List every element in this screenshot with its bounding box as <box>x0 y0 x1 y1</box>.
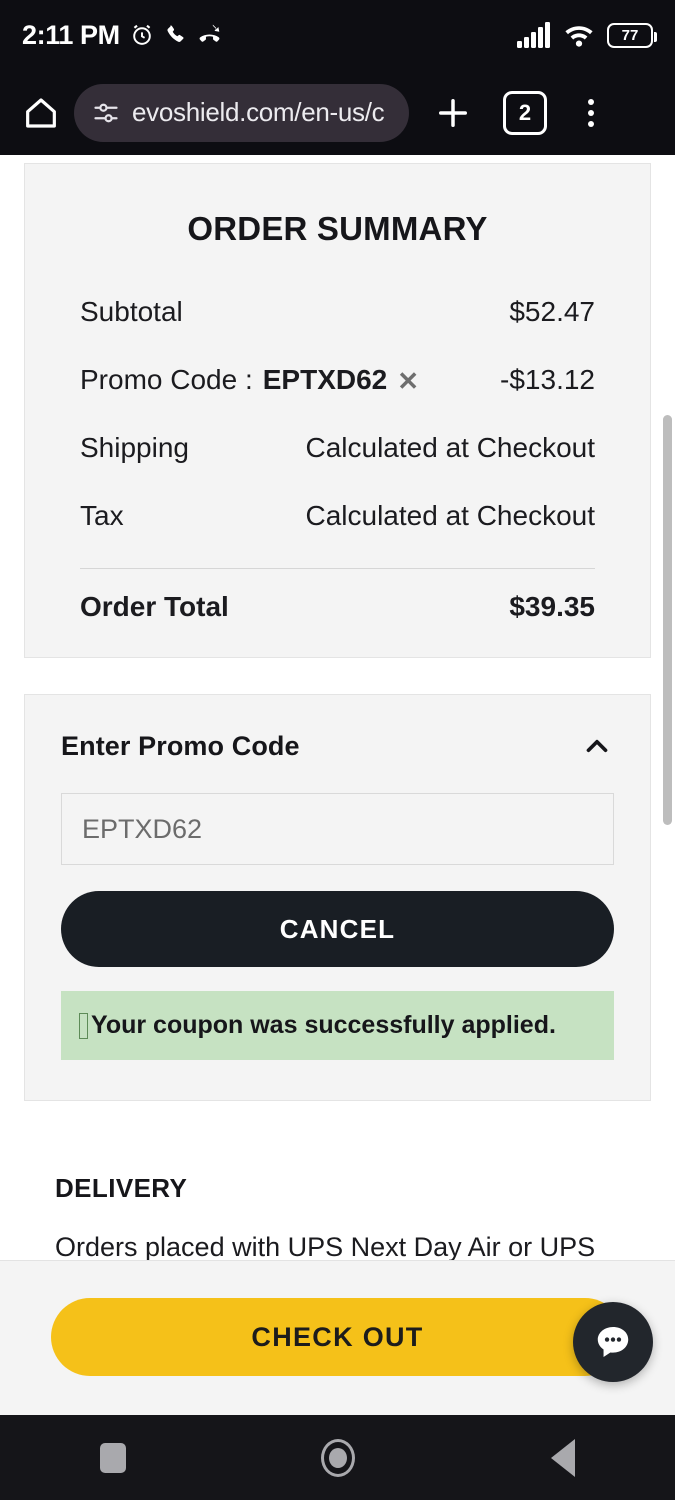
status-bar-clock: 2:11 PM <box>22 19 120 50</box>
promo-heading: Enter Promo Code <box>61 730 300 761</box>
close-x-icon[interactable]: ✕ <box>397 368 419 394</box>
promo-label: Promo Code : <box>80 364 253 395</box>
order-total-label: Order Total <box>80 591 229 622</box>
shipping-value: Calculated at Checkout <box>305 432 595 463</box>
missed-call-icon <box>197 23 222 48</box>
cancel-button[interactable]: CANCEL <box>61 891 614 967</box>
tax-label: Tax <box>80 500 124 531</box>
home-circle-icon[interactable] <box>283 1415 393 1500</box>
delivery-section: DELIVERY Orders placed with UPS Next Day… <box>55 1173 651 1260</box>
promo-label-group: Promo Code : EPTXD62 ✕ <box>80 364 419 396</box>
tax-value: Calculated at Checkout <box>305 500 595 531</box>
coupon-success-message: Your coupon was successfully applied. <box>61 991 614 1060</box>
summary-row-total: Order Total $39.35 <box>80 591 595 623</box>
android-nav-bar <box>0 1415 675 1500</box>
browser-toolbar: evoshield.com/en-us/c 2 <box>0 70 675 155</box>
page-title: ORDER SUMMARY <box>187 210 488 247</box>
order-summary-card: ORDER SUMMARY Subtotal $52.47 Promo Code… <box>24 163 651 658</box>
alarm-clock-icon <box>129 22 155 48</box>
status-bar: 2:11 PM 77 <box>0 0 675 70</box>
recents-square-icon[interactable] <box>58 1415 168 1500</box>
summary-row-shipping: Shipping Calculated at Checkout <box>80 432 595 464</box>
chevron-up-icon[interactable] <box>580 729 614 763</box>
subtotal-label: Subtotal <box>80 296 183 327</box>
home-icon[interactable] <box>18 90 64 136</box>
delivery-body: Orders placed with UPS Next Day Air or U… <box>55 1232 596 1260</box>
back-triangle-icon[interactable] <box>508 1415 618 1500</box>
phone-screen: 2:11 PM 77 evoshield.com/en-us/c 2 ORDER… <box>0 0 675 1500</box>
url-bar[interactable]: evoshield.com/en-us/c <box>74 83 409 142</box>
tune-sliders-icon[interactable] <box>92 99 120 127</box>
wifi-icon <box>563 22 595 48</box>
promo-card-header[interactable]: Enter Promo Code <box>61 729 614 763</box>
check-out-button[interactable]: CHECK OUT <box>51 1298 624 1376</box>
plus-icon[interactable] <box>427 87 479 139</box>
summary-row-tax: Tax Calculated at Checkout <box>80 500 595 532</box>
order-total-value: $39.35 <box>509 591 595 622</box>
phone-call-icon <box>164 23 188 47</box>
cellular-signal-icon <box>517 22 551 48</box>
page-content: ORDER SUMMARY Subtotal $52.47 Promo Code… <box>0 155 675 1260</box>
tab-counter[interactable]: 2 <box>503 90 547 135</box>
page-scrollbar[interactable] <box>663 415 672 825</box>
promo-code-value: EPTXD62 <box>262 364 388 395</box>
overflow-menu-icon[interactable] <box>569 89 613 137</box>
summary-divider <box>80 568 595 569</box>
shipping-label: Shipping <box>80 432 189 463</box>
battery-icon: 77 <box>607 22 657 48</box>
coupon-success-text: Your coupon was successfully applied. <box>91 1011 556 1039</box>
subtotal-value: $52.47 <box>509 296 595 327</box>
summary-row-promo: Promo Code : EPTXD62 ✕ -$13.12 <box>80 364 595 396</box>
battery-level: 77 <box>621 26 639 44</box>
promo-code-input[interactable] <box>61 793 614 865</box>
status-bar-left: 2:11 PM <box>22 19 222 50</box>
missing-glyph-icon <box>79 1012 88 1039</box>
tab-count-label: 2 <box>518 99 532 125</box>
promo-code-card: Enter Promo Code CANCEL Your coupon was … <box>24 694 651 1101</box>
url-text: evoshield.com/en-us/c <box>132 97 385 127</box>
promo-discount-value: -$13.12 <box>500 364 595 395</box>
status-bar-right: 77 <box>517 22 657 48</box>
chat-bubble-icon[interactable] <box>573 1302 653 1382</box>
summary-row-subtotal: Subtotal $52.47 <box>80 296 595 328</box>
delivery-heading: DELIVERY <box>55 1173 188 1203</box>
